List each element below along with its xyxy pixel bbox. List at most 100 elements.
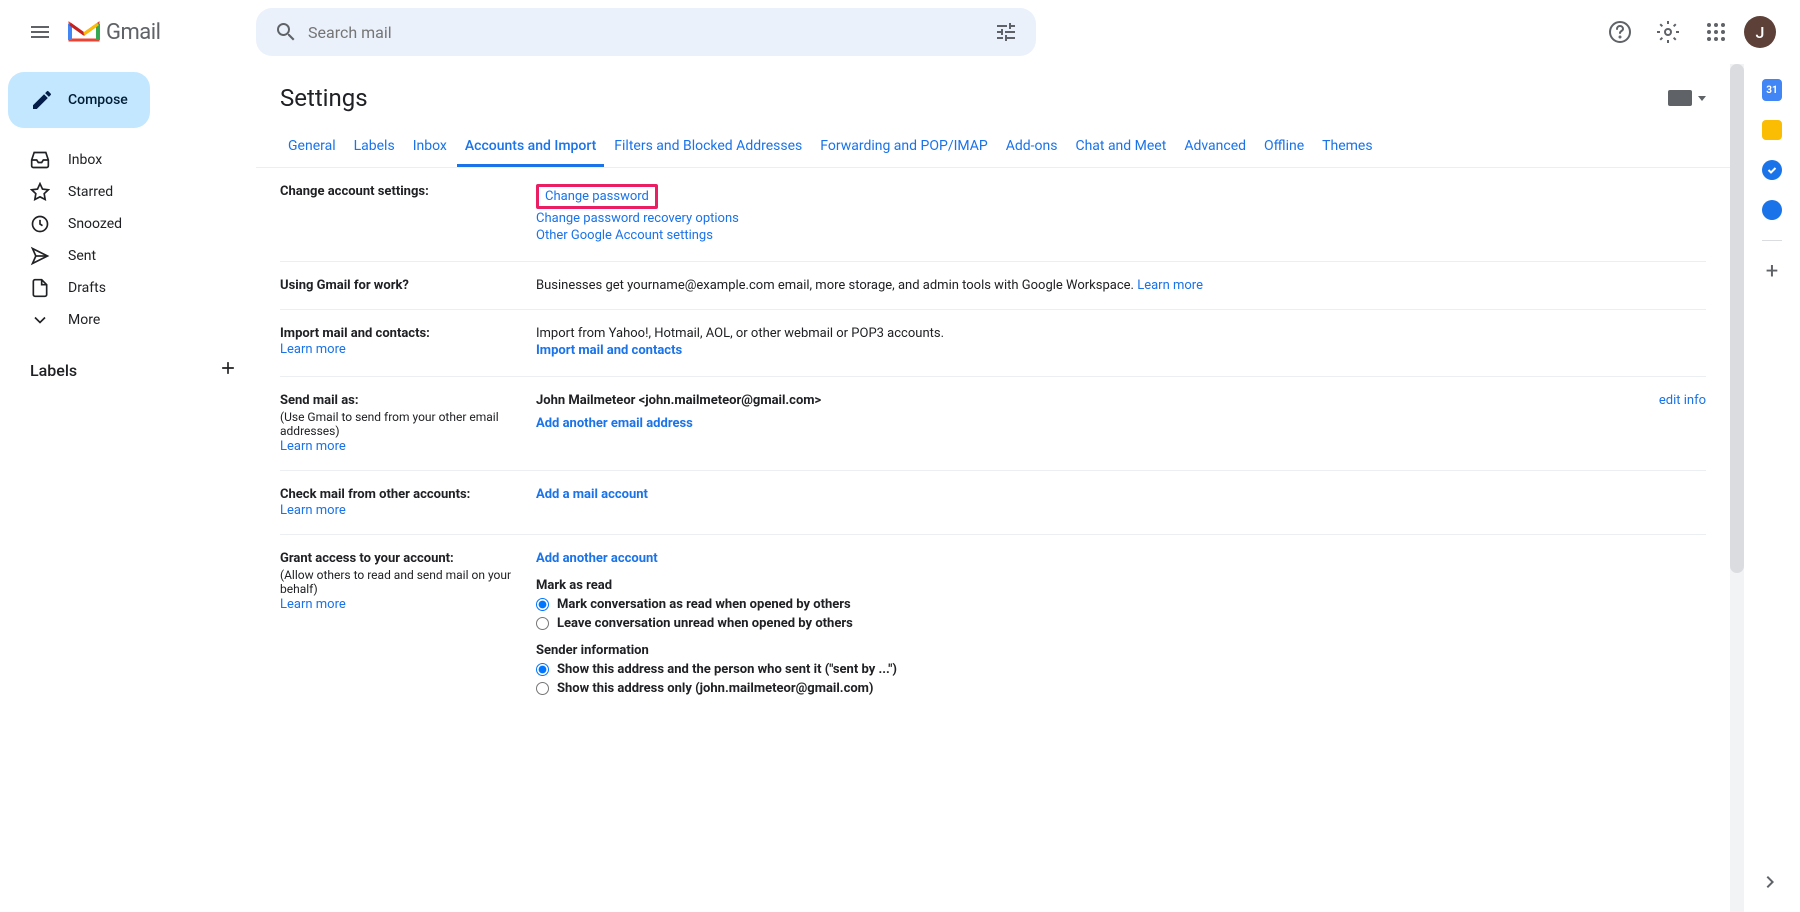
check-mail-label: Check mail from other accounts: (280, 487, 536, 502)
tab-advanced[interactable]: Advanced (1176, 128, 1254, 167)
row-using-for-work: Using Gmail for work? Businesses get you… (280, 262, 1706, 310)
sidebar-item-label: Snoozed (68, 216, 122, 232)
search-button[interactable] (264, 10, 308, 54)
row-grant-access: Grant access to your account: (Allow oth… (280, 535, 1706, 714)
add-mail-account-link[interactable]: Add a mail account (536, 487, 648, 502)
hide-side-panel-button[interactable] (1756, 868, 1784, 896)
send-mail-learn-more-link[interactable]: Learn more (280, 439, 346, 454)
sidebar-item-label: Drafts (68, 280, 106, 296)
import-mail-label: Import mail and contacts: (280, 326, 536, 341)
tab-inbox[interactable]: Inbox (405, 128, 455, 167)
scrollbar[interactable] (1730, 64, 1744, 912)
inbox-icon (30, 150, 50, 170)
sender-info-label-opt2: Show this address only (john.mailmeteor@… (557, 681, 874, 696)
plus-icon: + (1766, 259, 1778, 284)
add-ons-button[interactable]: + (1762, 261, 1782, 281)
send-mail-as-label: Send mail as: (280, 393, 536, 408)
row-change-account: Change account settings: Change password… (280, 168, 1706, 262)
gmail-logo[interactable]: Gmail (68, 20, 160, 45)
search-container (256, 8, 1036, 56)
apps-icon (1704, 20, 1728, 44)
edit-info-link[interactable]: edit info (1659, 393, 1706, 408)
tab-offline[interactable]: Offline (1256, 128, 1312, 167)
main: Compose Inbox Starred Snoozed Sent Draft… (0, 64, 1800, 912)
send-icon (30, 246, 50, 266)
tab-chat-and-meet[interactable]: Chat and Meet (1067, 128, 1174, 167)
gmail-logo-icon (68, 20, 100, 44)
keep-app-button[interactable] (1762, 120, 1782, 140)
settings-tabs: GeneralLabelsInboxAccounts and ImportFil… (256, 128, 1730, 168)
input-tools-selector[interactable] (1668, 90, 1706, 106)
tab-filters-and-blocked-addresses[interactable]: Filters and Blocked Addresses (606, 128, 810, 167)
labels-title: Labels (30, 361, 77, 380)
tab-forwarding-and-pop-imap[interactable]: Forwarding and POP/IMAP (812, 128, 995, 167)
gmail-logo-text: Gmail (106, 20, 160, 45)
change-password-link[interactable]: Change password (545, 189, 649, 204)
sidebar-item-label: Starred (68, 184, 113, 200)
grant-access-label: Grant access to your account: (280, 551, 536, 566)
search-box[interactable] (256, 8, 1036, 56)
main-menu-button[interactable] (16, 8, 64, 56)
tab-general[interactable]: General (280, 128, 344, 167)
send-mail-as-desc: (Use Gmail to send from your other email… (280, 410, 536, 438)
sender-info-radio-opt1[interactable] (536, 663, 549, 676)
star-icon (30, 182, 50, 202)
chevron-right-icon (1758, 870, 1782, 894)
content: Settings GeneralLabelsInboxAccounts and … (256, 64, 1744, 912)
sidebar-item-label: More (68, 312, 100, 328)
tab-add-ons[interactable]: Add-ons (998, 128, 1066, 167)
compose-button[interactable]: Compose (8, 72, 150, 128)
sidebar-item-label: Inbox (68, 152, 102, 168)
tab-labels[interactable]: Labels (346, 128, 403, 167)
workspace-learn-more-link[interactable]: Learn more (1137, 278, 1203, 293)
contacts-app-button[interactable] (1762, 200, 1782, 220)
sender-info-heading: Sender information (536, 643, 1706, 658)
mark-read-radio-opt1[interactable] (536, 598, 549, 611)
add-another-account-link[interactable]: Add another account (536, 551, 658, 566)
sidebar-item-label: Sent (68, 248, 96, 264)
sidebar-item-more[interactable]: More (8, 304, 244, 336)
mark-as-read-heading: Mark as read (536, 578, 1706, 593)
add-email-address-link[interactable]: Add another email address (536, 416, 693, 431)
tab-accounts-and-import[interactable]: Accounts and Import (457, 128, 604, 167)
header: Gmail J (0, 0, 1800, 64)
settings-button[interactable] (1648, 12, 1688, 52)
apps-button[interactable] (1696, 12, 1736, 52)
sidebar-item-sent[interactable]: Sent (8, 240, 244, 272)
search-icon (274, 20, 298, 44)
compose-label: Compose (68, 92, 128, 108)
grant-access-learn-more-link[interactable]: Learn more (280, 597, 346, 612)
header-left: Gmail (16, 8, 256, 56)
search-input[interactable] (308, 23, 984, 42)
mark-read-radio-opt2[interactable] (536, 617, 549, 630)
sidebar-item-inbox[interactable]: Inbox (8, 144, 244, 176)
import-mail-action-link[interactable]: Import mail and contacts (536, 343, 682, 358)
contacts-icon (1762, 200, 1782, 220)
import-mail-desc: Import from Yahoo!, Hotmail, AOL, or oth… (536, 326, 1706, 341)
other-google-settings-link[interactable]: Other Google Account settings (536, 228, 713, 243)
sender-info-radio-opt2[interactable] (536, 682, 549, 695)
add-label-button[interactable] (218, 358, 238, 382)
scrollbar-thumb[interactable] (1730, 64, 1744, 573)
sender-info-label-opt1: Show this address and the person who sen… (557, 662, 897, 677)
change-recovery-link[interactable]: Change password recovery options (536, 211, 739, 226)
row-import-mail: Import mail and contacts: Learn more Imp… (280, 310, 1706, 377)
chevron-down-icon (1698, 96, 1706, 101)
tasks-icon (1762, 160, 1782, 180)
calendar-app-button[interactable]: 31 (1762, 80, 1782, 100)
import-learn-more-link[interactable]: Learn more (280, 342, 346, 357)
sidebar-item-drafts[interactable]: Drafts (8, 272, 244, 304)
sidebar-item-snoozed[interactable]: Snoozed (8, 208, 244, 240)
check-mail-learn-more-link[interactable]: Learn more (280, 503, 346, 518)
file-icon (30, 278, 50, 298)
row-send-mail-as: Send mail as: (Use Gmail to send from yo… (280, 377, 1706, 471)
settings-body: Change account settings: Change password… (256, 168, 1730, 714)
sidebar-item-starred[interactable]: Starred (8, 176, 244, 208)
settings-title: Settings (280, 84, 368, 112)
search-options-button[interactable] (984, 10, 1028, 54)
account-avatar[interactable]: J (1744, 16, 1776, 48)
support-button[interactable] (1600, 12, 1640, 52)
calendar-icon: 31 (1762, 79, 1782, 101)
tab-themes[interactable]: Themes (1314, 128, 1380, 167)
tasks-app-button[interactable] (1762, 160, 1782, 180)
